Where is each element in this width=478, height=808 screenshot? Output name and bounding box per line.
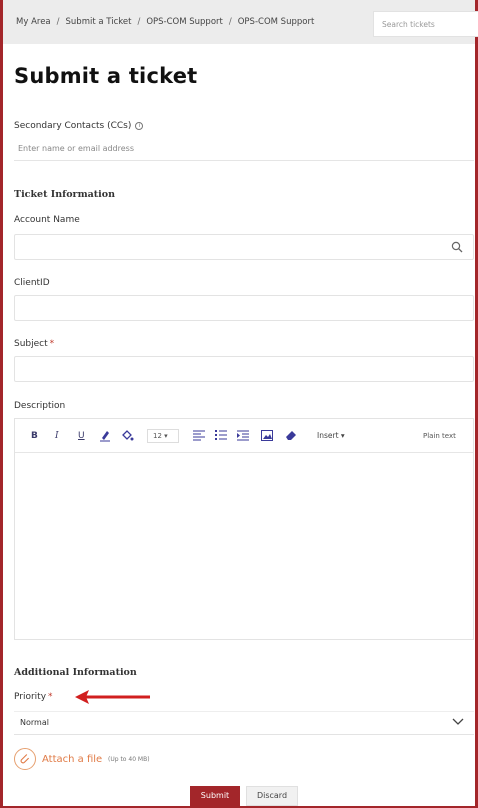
priority-value: Normal	[20, 718, 49, 727]
breadcrumb-separator: /	[56, 17, 60, 27]
plain-text-toggle[interactable]: Plain text	[423, 432, 456, 440]
description-editor[interactable]: B I U 12 ▾ Insert ▾ Plain text	[14, 418, 474, 640]
priority-select[interactable]: Normal	[14, 711, 474, 735]
account-name-label: Account Name	[14, 215, 80, 225]
cc-label: Secondary Contacts (CCs) i	[14, 121, 144, 131]
discard-button[interactable]: Discard	[246, 786, 298, 806]
ticket-information-heading: Ticket Information	[14, 189, 116, 200]
top-bar: My Area / Submit a Ticket / OPS-COM Support /…	[3, 0, 478, 44]
account-name-input[interactable]	[14, 234, 474, 260]
subject-label: Subject *	[14, 339, 54, 349]
annotation-arrow-icon	[75, 690, 150, 704]
chevron-down-icon: ▾	[340, 431, 345, 440]
additional-information-heading: Additional Information	[14, 667, 137, 678]
search-icon[interactable]	[451, 241, 463, 253]
editor-toolbar: B I U 12 ▾ Insert ▾ Plain text	[15, 419, 473, 453]
insert-menu[interactable]: Insert ▾	[317, 431, 345, 440]
breadcrumb-item-my-area[interactable]: My Area	[16, 17, 51, 27]
search-input[interactable]: Search tickets	[373, 11, 478, 37]
highlight-icon[interactable]	[121, 429, 134, 442]
required-marker: *	[48, 692, 53, 702]
align-icon[interactable]	[193, 430, 205, 441]
priority-label-text: Priority	[14, 692, 47, 702]
chevron-down-icon: ▾	[164, 432, 168, 440]
insert-label: Insert	[317, 431, 339, 440]
chevron-down-icon	[452, 718, 464, 725]
breadcrumb-item-current: OPS-COM Support	[237, 17, 315, 27]
info-icon[interactable]: i	[135, 122, 144, 130]
text-color-icon[interactable]	[99, 429, 111, 442]
breadcrumb-item-submit-ticket[interactable]: Submit a Ticket	[66, 17, 132, 27]
subject-label-text: Subject	[14, 339, 48, 349]
image-icon[interactable]	[261, 430, 273, 441]
underline-button[interactable]: U	[78, 430, 85, 442]
required-marker: *	[49, 339, 55, 349]
priority-label: Priority *	[14, 692, 53, 702]
font-size-select[interactable]: 12 ▾	[147, 429, 179, 443]
bulleted-list-icon[interactable]	[215, 430, 227, 441]
italic-button[interactable]: I	[55, 430, 59, 442]
client-id-input[interactable]	[14, 295, 474, 321]
cc-input[interactable]: Enter name or email address	[14, 139, 474, 161]
description-label: Description	[14, 401, 66, 411]
attach-file-label: Attach a file	[42, 754, 103, 765]
client-id-label: ClientID	[14, 278, 50, 288]
breadcrumb-item-support[interactable]: OPS-COM Support	[146, 17, 223, 27]
eraser-icon[interactable]	[285, 429, 297, 441]
paperclip-icon	[14, 748, 36, 770]
indent-icon[interactable]	[237, 430, 249, 441]
font-size-value: 12	[153, 432, 162, 440]
cc-label-text: Secondary Contacts (CCs)	[14, 121, 132, 131]
breadcrumb-separator: /	[228, 17, 232, 27]
bold-button[interactable]: B	[31, 430, 38, 442]
breadcrumb: My Area / Submit a Ticket / OPS-COM Support /…	[16, 17, 314, 27]
submit-button[interactable]: Submit	[190, 786, 240, 806]
attach-size-note: (Up to 40 MB)	[108, 756, 150, 763]
subject-input[interactable]	[14, 356, 474, 382]
breadcrumb-separator: /	[137, 17, 141, 27]
page-title: Submit a ticket	[14, 64, 198, 88]
